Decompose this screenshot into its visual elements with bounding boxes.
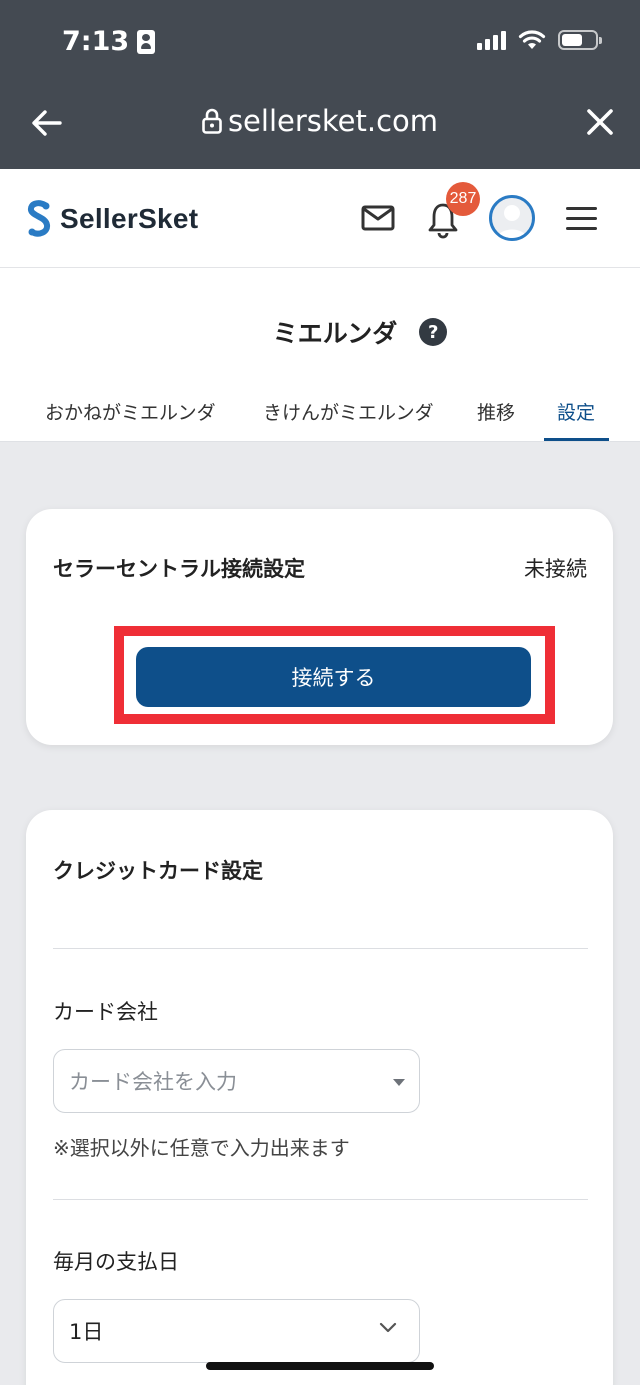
- payday-value: 1日: [69, 1320, 104, 1344]
- credit-card-title: クレジットカード設定: [53, 859, 263, 883]
- active-tab-indicator: [544, 438, 609, 441]
- seller-central-card: セラーセントラル接続設定 未接続 接続する: [26, 509, 613, 745]
- divider: [53, 1199, 588, 1200]
- card-company-note: ※選択以外に任意で入力出来ます: [53, 1136, 350, 1160]
- payday-select[interactable]: 1日: [53, 1299, 420, 1363]
- tab-risk[interactable]: きけんがミエルンダ: [263, 398, 434, 425]
- help-icon[interactable]: ?: [419, 318, 448, 346]
- caret-down-icon: [393, 1079, 405, 1086]
- page-title-text: ミエルンダ: [272, 319, 398, 348]
- notification-badge: 287: [446, 182, 480, 216]
- contact-card-icon: [137, 29, 156, 54]
- card-company-placeholder: カード会社を入力: [69, 1070, 237, 1094]
- status-time-text: 7:13: [62, 26, 130, 57]
- logo-text: SellerSket: [60, 203, 199, 234]
- hamburger-menu-icon[interactable]: [566, 207, 597, 230]
- user-silhouette-icon: [496, 205, 528, 238]
- cellular-signal-icon: [477, 30, 506, 50]
- wifi-icon: [518, 30, 546, 49]
- tab-settings[interactable]: 設定: [557, 398, 595, 425]
- address-bar[interactable]: sellersket.com: [0, 104, 640, 138]
- lock-icon: [202, 108, 222, 134]
- url-text: sellersket.com: [227, 104, 439, 138]
- credit-card-settings-card: クレジットカード設定 カード会社 カード会社を入力 ※選択以外に任意で入力出来ま…: [26, 810, 613, 1385]
- seller-central-title: セラーセントラル接続設定: [53, 557, 305, 581]
- logo-s-icon: [27, 200, 51, 237]
- mail-icon[interactable]: [361, 205, 395, 231]
- card-company-label: カード会社: [53, 1000, 158, 1024]
- app-header: SellerSket: [0, 169, 640, 268]
- connect-button[interactable]: 接続する: [136, 647, 531, 707]
- divider: [53, 948, 588, 949]
- status-indicators: [477, 30, 602, 50]
- browser-chrome: 7:13 sellersket.com: [0, 0, 640, 169]
- title-area: ミエルンダ ? おかねがミエルンダ きけんがミエルンダ 推移 設定: [0, 268, 640, 442]
- tab-trend[interactable]: 推移: [477, 398, 515, 425]
- home-indicator: [206, 1362, 434, 1370]
- connection-status: 未接続: [524, 557, 587, 581]
- battery-icon: [558, 30, 602, 50]
- close-icon[interactable]: [584, 106, 616, 138]
- card-company-select[interactable]: カード会社を入力: [53, 1049, 420, 1113]
- tab-bar: おかねがミエルンダ きけんがミエルンダ 推移 設定: [0, 386, 640, 442]
- chevron-down-icon: [379, 1322, 397, 1333]
- sellersket-logo[interactable]: SellerSket: [26, 199, 198, 239]
- page-title: ミエルンダ ?: [0, 314, 640, 350]
- status-time: 7:13: [62, 26, 156, 57]
- payday-label: 毎月の支払日: [53, 1250, 179, 1274]
- user-avatar[interactable]: [489, 195, 535, 241]
- tab-money[interactable]: おかねがミエルンダ: [45, 398, 216, 425]
